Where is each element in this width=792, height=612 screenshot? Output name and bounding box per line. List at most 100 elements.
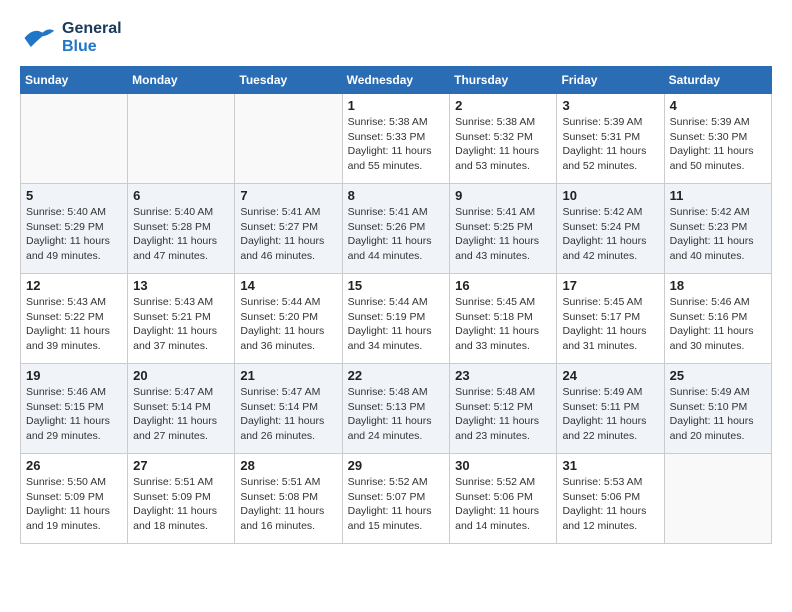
calendar-day-20: 20 Sunrise: 5:47 AM Sunset: 5:14 PM Dayli… [128,364,235,454]
calendar-day-18: 18Sunrise: 5:46 AM Sunset: 5:16 PM Dayli… [664,274,771,364]
calendar-week-row: 1 Sunrise: 5:38 AM Sunset: 5:33 PM Daylig… [21,94,772,184]
day-info: Sunrise: 5:45 AM Sunset: 5:17 PM Dayligh… [562,295,658,354]
logo-text: General Blue [62,20,122,56]
calendar-day-26: 26 Sunrise: 5:50 AM Sunset: 5:09 PM Dayli… [21,454,128,544]
day-info: Sunrise: 5:53 AM Sunset: 5:06 PM Dayligh… [562,475,658,534]
weekday-header-row: SundayMondayTuesdayWednesdayThursdayFrid… [21,67,772,94]
calendar-day-1: 1 Sunrise: 5:38 AM Sunset: 5:33 PM Daylig… [342,94,450,184]
day-info: Sunrise: 5:44 AM Sunset: 5:20 PM Dayligh… [240,295,336,354]
calendar-day-25: 25 Sunrise: 5:49 AM Sunset: 5:10 PM Dayli… [664,364,771,454]
calendar-day-2: 2 Sunrise: 5:38 AM Sunset: 5:32 PM Daylig… [450,94,557,184]
day-info: Sunrise: 5:49 AM Sunset: 5:10 PM Dayligh… [670,385,766,444]
day-info: Sunrise: 5:51 AM Sunset: 5:08 PM Dayligh… [240,475,336,534]
day-info: Sunrise: 5:40 AM Sunset: 5:29 PM Dayligh… [26,205,122,264]
calendar-day-27: 27 Sunrise: 5:51 AM Sunset: 5:09 PM Dayli… [128,454,235,544]
calendar-week-row: 12 Sunrise: 5:43 AM Sunset: 5:22 PM Dayli… [21,274,772,364]
calendar-day-13: 13 Sunrise: 5:43 AM Sunset: 5:21 PM Dayli… [128,274,235,364]
calendar-day-17: 17Sunrise: 5:45 AM Sunset: 5:17 PM Dayli… [557,274,664,364]
calendar-day-14: 14 Sunrise: 5:44 AM Sunset: 5:20 PM Dayli… [235,274,342,364]
calendar-day-30: 30 Sunrise: 5:52 AM Sunset: 5:06 PM Dayli… [450,454,557,544]
calendar-day-31: 31Sunrise: 5:53 AM Sunset: 5:06 PM Dayli… [557,454,664,544]
calendar-day-28: 28 Sunrise: 5:51 AM Sunset: 5:08 PM Dayli… [235,454,342,544]
calendar-day-23: 23 Sunrise: 5:48 AM Sunset: 5:12 PM Dayli… [450,364,557,454]
calendar-day-4: 4Sunrise: 5:39 AM Sunset: 5:30 PM Daylig… [664,94,771,184]
calendar-day-19: 19Sunrise: 5:46 AM Sunset: 5:15 PM Dayli… [21,364,128,454]
day-info: Sunrise: 5:51 AM Sunset: 5:09 PM Dayligh… [133,475,229,534]
day-number: 13 [133,278,229,293]
calendar-day-10: 10Sunrise: 5:42 AM Sunset: 5:24 PM Dayli… [557,184,664,274]
calendar-day-29: 29Sunrise: 5:52 AM Sunset: 5:07 PM Dayli… [342,454,450,544]
calendar-week-row: 26 Sunrise: 5:50 AM Sunset: 5:09 PM Dayli… [21,454,772,544]
calendar-day-12: 12 Sunrise: 5:43 AM Sunset: 5:22 PM Dayli… [21,274,128,364]
day-number: 11 [670,188,766,203]
calendar-day-6: 6 Sunrise: 5:40 AM Sunset: 5:28 PM Daylig… [128,184,235,274]
day-info: Sunrise: 5:52 AM Sunset: 5:06 PM Dayligh… [455,475,551,534]
day-number: 30 [455,458,551,473]
day-info: Sunrise: 5:39 AM Sunset: 5:31 PM Dayligh… [562,115,658,174]
day-info: Sunrise: 5:39 AM Sunset: 5:30 PM Dayligh… [670,115,766,174]
calendar-table: SundayMondayTuesdayWednesdayThursdayFrid… [20,66,772,544]
calendar-day-22: 22Sunrise: 5:48 AM Sunset: 5:13 PM Dayli… [342,364,450,454]
day-info: Sunrise: 5:41 AM Sunset: 5:26 PM Dayligh… [348,205,445,264]
calendar-day-5: 5 Sunrise: 5:40 AM Sunset: 5:29 PM Daylig… [21,184,128,274]
day-info: Sunrise: 5:42 AM Sunset: 5:24 PM Dayligh… [562,205,658,264]
day-info: Sunrise: 5:41 AM Sunset: 5:27 PM Dayligh… [240,205,336,264]
calendar-day-empty [235,94,342,184]
weekday-header-monday: Monday [128,67,235,94]
day-number: 14 [240,278,336,293]
day-number: 22 [348,368,445,383]
day-number: 3 [562,98,658,113]
day-number: 24 [562,368,658,383]
day-number: 6 [133,188,229,203]
day-info: Sunrise: 5:38 AM Sunset: 5:33 PM Dayligh… [348,115,445,174]
day-number: 16 [455,278,551,293]
day-info: Sunrise: 5:40 AM Sunset: 5:28 PM Dayligh… [133,205,229,264]
day-number: 20 [133,368,229,383]
day-info: Sunrise: 5:50 AM Sunset: 5:09 PM Dayligh… [26,475,122,534]
calendar-day-16: 16 Sunrise: 5:45 AM Sunset: 5:18 PM Dayli… [450,274,557,364]
day-info: Sunrise: 5:47 AM Sunset: 5:14 PM Dayligh… [240,385,336,444]
day-number: 23 [455,368,551,383]
calendar-day-3: 3 Sunrise: 5:39 AM Sunset: 5:31 PM Daylig… [557,94,664,184]
day-number: 26 [26,458,122,473]
day-number: 29 [348,458,445,473]
logo-icon [20,20,56,56]
calendar-week-row: 5 Sunrise: 5:40 AM Sunset: 5:29 PM Daylig… [21,184,772,274]
calendar-day-15: 15Sunrise: 5:44 AM Sunset: 5:19 PM Dayli… [342,274,450,364]
day-info: Sunrise: 5:43 AM Sunset: 5:22 PM Dayligh… [26,295,122,354]
calendar-day-empty [21,94,128,184]
day-number: 12 [26,278,122,293]
calendar-day-empty [664,454,771,544]
weekday-header-friday: Friday [557,67,664,94]
day-number: 27 [133,458,229,473]
day-number: 7 [240,188,336,203]
day-info: Sunrise: 5:48 AM Sunset: 5:12 PM Dayligh… [455,385,551,444]
day-info: Sunrise: 5:43 AM Sunset: 5:21 PM Dayligh… [133,295,229,354]
day-number: 18 [670,278,766,293]
calendar-day-empty [128,94,235,184]
day-info: Sunrise: 5:42 AM Sunset: 5:23 PM Dayligh… [670,205,766,264]
calendar-day-24: 24 Sunrise: 5:49 AM Sunset: 5:11 PM Dayli… [557,364,664,454]
weekday-header-saturday: Saturday [664,67,771,94]
day-number: 28 [240,458,336,473]
day-number: 2 [455,98,551,113]
day-number: 25 [670,368,766,383]
day-number: 9 [455,188,551,203]
calendar-day-11: 11 Sunrise: 5:42 AM Sunset: 5:23 PM Dayli… [664,184,771,274]
page-header: General Blue [20,20,772,56]
calendar-day-9: 9 Sunrise: 5:41 AM Sunset: 5:25 PM Daylig… [450,184,557,274]
weekday-header-sunday: Sunday [21,67,128,94]
day-info: Sunrise: 5:41 AM Sunset: 5:25 PM Dayligh… [455,205,551,264]
day-info: Sunrise: 5:49 AM Sunset: 5:11 PM Dayligh… [562,385,658,444]
day-info: Sunrise: 5:47 AM Sunset: 5:14 PM Dayligh… [133,385,229,444]
day-info: Sunrise: 5:45 AM Sunset: 5:18 PM Dayligh… [455,295,551,354]
day-number: 21 [240,368,336,383]
calendar-week-row: 19Sunrise: 5:46 AM Sunset: 5:15 PM Dayli… [21,364,772,454]
day-number: 1 [348,98,445,113]
day-number: 15 [348,278,445,293]
day-number: 19 [26,368,122,383]
day-number: 8 [348,188,445,203]
weekday-header-thursday: Thursday [450,67,557,94]
day-number: 5 [26,188,122,203]
day-info: Sunrise: 5:38 AM Sunset: 5:32 PM Dayligh… [455,115,551,174]
